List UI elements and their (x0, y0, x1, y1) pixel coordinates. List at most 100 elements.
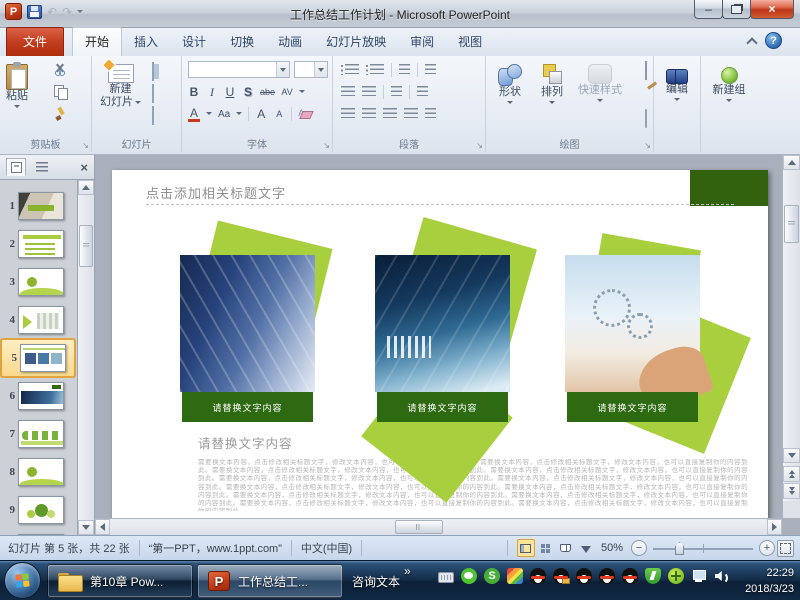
tab-animations[interactable]: 动画 (266, 28, 314, 56)
keyboard-icon[interactable] (438, 572, 454, 583)
columns-button[interactable] (391, 86, 402, 98)
slide-title-placeholder[interactable]: 点击添加相关标题文字 (146, 183, 286, 202)
bold-button[interactable]: B (188, 85, 200, 99)
align-right-button[interactable] (383, 108, 397, 120)
tab-file[interactable]: 文件 (6, 27, 64, 56)
change-case-button[interactable]: Aa (218, 109, 230, 120)
body-heading-placeholder[interactable]: 请替换文字内容 (198, 433, 293, 452)
hscroll-thumb[interactable] (395, 520, 443, 534)
image-group-3[interactable]: 请替换文字内容 (565, 255, 700, 422)
wechat-icon[interactable] (461, 568, 477, 584)
tab-outline[interactable] (32, 158, 52, 176)
convert-smartart-button[interactable] (425, 108, 436, 120)
thumbnail-slide-5-selected[interactable]: 5 (0, 338, 76, 378)
arrange-button[interactable]: 排列 (532, 60, 572, 107)
next-slide-button[interactable] (783, 483, 800, 499)
increase-indent-button[interactable] (362, 86, 376, 98)
language-indicator[interactable]: 中文(中国) (301, 540, 352, 556)
tab-slides-thumbnails[interactable] (6, 158, 26, 176)
drawing-dialog-launcher[interactable]: ↘ (644, 142, 651, 150)
image-group-2[interactable]: 请替换文字内容 (375, 255, 510, 422)
slide-sorter-button[interactable] (537, 539, 555, 557)
thumbnail-slide-1[interactable]: 1 (2, 188, 74, 224)
qq-penguin-filebox-icon[interactable] (553, 568, 569, 584)
zoom-level[interactable]: 50% (601, 542, 623, 554)
align-text-button[interactable] (417, 86, 428, 98)
thumbnail-slide-3[interactable]: 3 (2, 264, 74, 300)
underline-button[interactable]: U (224, 85, 236, 99)
thumbnail-slide-7[interactable]: 7 (2, 416, 74, 452)
scroll-left-icon[interactable] (95, 519, 110, 535)
slide-show-button[interactable] (577, 539, 595, 557)
horizontal-scrollbar[interactable] (95, 518, 782, 535)
previous-slide-button[interactable] (783, 466, 800, 482)
close-button[interactable]: × (750, 0, 794, 19)
slide-image-3[interactable] (565, 255, 700, 392)
thumb-scroll-thumb[interactable] (79, 225, 93, 267)
decrease-indent-button[interactable] (341, 86, 355, 98)
zoom-in-button[interactable]: + (759, 540, 775, 556)
bullets-button[interactable] (345, 64, 359, 76)
paragraph-dialog-launcher[interactable]: ↘ (476, 142, 483, 150)
numbering-button[interactable] (370, 64, 384, 76)
vertical-scrollbar[interactable] (782, 155, 800, 518)
tab-view[interactable]: 视图 (446, 28, 494, 56)
thumbnail-slide-6[interactable]: 6 (2, 378, 74, 414)
rainbow-app-icon[interactable] (507, 568, 523, 584)
zoom-out-button[interactable]: − (631, 540, 647, 556)
tab-transitions[interactable]: 切换 (218, 28, 266, 56)
justify-button[interactable] (404, 108, 418, 120)
slide-image-2[interactable] (375, 255, 510, 392)
thumbnail-slide-9[interactable]: 9 (2, 492, 74, 528)
taskbar-chevron[interactable]: » (404, 564, 411, 578)
text-direction-button[interactable] (425, 64, 436, 76)
image-caption-2[interactable]: 请替换文字内容 (377, 392, 508, 422)
quick-styles-button[interactable]: 快速样式 (574, 60, 626, 105)
scroll-right-icon[interactable] (767, 519, 782, 535)
scroll-down-icon[interactable] (783, 448, 800, 463)
editing-button[interactable]: 编辑 (666, 60, 688, 104)
new-group-button[interactable]: 新建组 (709, 60, 749, 105)
scroll-thumb[interactable] (784, 205, 799, 243)
undo-icon[interactable]: ↶ (47, 5, 57, 19)
green-plus-shield-icon[interactable] (668, 568, 684, 584)
tab-insert[interactable]: 插入 (122, 28, 170, 56)
thumbnail-slide-2[interactable]: 2 (2, 226, 74, 262)
thumb-scroll-up-icon[interactable] (78, 180, 94, 195)
image-caption-3[interactable]: 请替换文字内容 (567, 392, 698, 422)
shrink-font-button[interactable]: A (273, 109, 285, 119)
shape-effects-button[interactable] (645, 110, 647, 128)
zoom-slider[interactable] (653, 540, 753, 556)
image-group-1[interactable]: 请替换文字内容 (180, 255, 315, 422)
cut-button[interactable] (52, 62, 68, 76)
tab-review[interactable]: 审阅 (398, 28, 446, 56)
normal-view-button[interactable] (517, 539, 535, 557)
clipboard-dialog-launcher[interactable]: ↘ (82, 142, 89, 150)
network-icon[interactable] (691, 569, 707, 585)
skype-green-s-icon[interactable]: S (484, 568, 500, 584)
thumb-scroll-down-icon[interactable] (78, 520, 94, 535)
pane-close-icon[interactable]: × (80, 161, 88, 174)
minimize-button[interactable]: – (694, 0, 723, 19)
qq-penguin-icon[interactable] (530, 568, 546, 584)
fit-slide-to-window-button[interactable] (777, 540, 794, 557)
line-spacing-button[interactable] (399, 64, 410, 76)
slide-image-1[interactable] (180, 255, 315, 392)
save-icon[interactable] (27, 5, 42, 19)
green-shield-icon[interactable] (645, 568, 661, 584)
qq-penguin-icon[interactable] (622, 568, 638, 584)
thumbnail-scrollbar[interactable] (78, 180, 95, 535)
clear-formatting-button[interactable]: A (298, 108, 312, 120)
section-button[interactable] (152, 107, 154, 125)
align-left-button[interactable] (341, 108, 355, 120)
copy-button[interactable] (52, 84, 68, 98)
tab-home[interactable]: 开始 (72, 27, 122, 56)
qat-customize-dropdown-icon[interactable] (77, 10, 83, 16)
powerpoint-app-icon[interactable]: P (5, 3, 22, 20)
taskbar-powerpoint-button[interactable]: P 工作总结工... (197, 564, 343, 598)
character-spacing-button[interactable]: AV (281, 87, 293, 97)
align-center-button[interactable] (362, 108, 376, 120)
zoom-slider-handle[interactable] (675, 542, 684, 555)
tab-design[interactable]: 设计 (170, 28, 218, 56)
font-color-button[interactable]: A (188, 106, 200, 122)
